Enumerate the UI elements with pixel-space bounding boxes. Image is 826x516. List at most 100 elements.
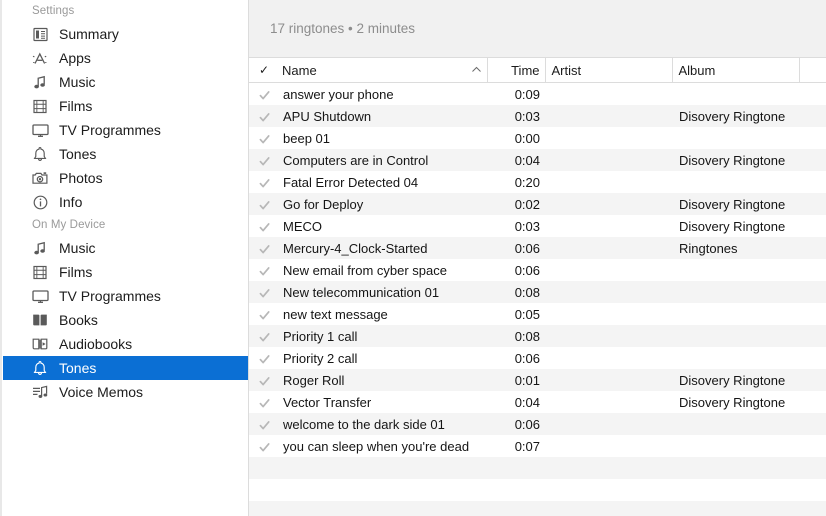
column-header-artist[interactable]: Artist (545, 58, 673, 83)
table-row[interactable]: Computers are in Control 0:04 Disovery Rin… (249, 149, 826, 171)
row-checkbox[interactable] (249, 237, 279, 259)
row-checkbox[interactable] (249, 325, 279, 347)
music-note-icon (30, 239, 50, 257)
table-row[interactable]: Fatal Error Detected 04 0:20 (249, 171, 826, 193)
table-row[interactable]: Priority 1 call 0:08 (249, 325, 826, 347)
row-checkbox[interactable] (249, 259, 279, 281)
sidebar-item-tones[interactable]: Tones (3, 142, 248, 166)
row-checkbox[interactable] (249, 391, 279, 413)
sidebar-item-tv-programmes[interactable]: TV Programmes (3, 284, 248, 308)
checkmark-icon[interactable] (259, 420, 270, 431)
sidebar-item-label: Tones (59, 146, 97, 162)
checkmark-icon[interactable] (259, 200, 270, 211)
row-checkbox[interactable] (249, 281, 279, 303)
row-spacer-cell (799, 435, 826, 457)
tone-name: Computers are in Control (283, 152, 429, 168)
column-header-name[interactable]: Name (279, 58, 488, 83)
table-row[interactable]: New telecommunication 01 0:08 (249, 281, 826, 303)
checkmark-icon[interactable] (259, 222, 270, 233)
table-row[interactable]: Roger Roll 0:01 Disovery Ringtone (249, 369, 826, 391)
checkmark-icon[interactable] (259, 376, 270, 387)
row-checkbox[interactable] (249, 413, 279, 435)
tone-artist (545, 171, 672, 193)
table-row[interactable]: new text message 0:05 (249, 303, 826, 325)
checkmark-icon[interactable] (259, 354, 270, 365)
sidebar-item-music[interactable]: Music (3, 236, 248, 260)
sidebar-item-films[interactable]: Films (3, 94, 248, 118)
sidebar-item-apps[interactable]: Apps (3, 46, 248, 70)
table-row[interactable]: Go for Deploy 0:02 Disovery Ringtone (249, 193, 826, 215)
tone-time: 0:20 (514, 174, 540, 190)
row-checkbox[interactable] (249, 149, 279, 171)
checkmark-icon[interactable] (259, 90, 270, 101)
sidebar-item-books[interactable]: Books (3, 308, 248, 332)
table-row[interactable]: Mercury-4_Clock-Started 0:06 Ringtones (249, 237, 826, 259)
tone-name: Priority 1 call (283, 328, 358, 344)
sidebar-item-tones[interactable]: Tones (3, 356, 248, 380)
tone-artist (545, 281, 672, 303)
checkmark-icon[interactable] (259, 134, 270, 145)
table-row[interactable]: Priority 2 call 0:06 (249, 347, 826, 369)
sidebar-group-title: On My Device (32, 219, 106, 231)
row-spacer-cell (799, 391, 826, 413)
sidebar-item-voice-memos[interactable]: Voice Memos (3, 380, 248, 404)
tone-album: Disovery Ringtone (679, 108, 786, 124)
column-header-artist-label: Artist (551, 62, 582, 78)
column-header-time[interactable]: Time (487, 58, 546, 83)
table-row[interactable]: Vector Transfer 0:04 Disovery Ringtone (249, 391, 826, 413)
row-checkbox[interactable] (249, 105, 279, 127)
info-circle-icon (30, 193, 50, 211)
tone-time: 0:03 (514, 218, 540, 234)
sidebar-item-tv-programmes[interactable]: TV Programmes (3, 118, 248, 142)
tone-album (672, 303, 799, 325)
checkmark-icon[interactable] (259, 266, 270, 277)
column-header-album[interactable]: Album (672, 58, 800, 83)
sidebar-item-label: TV Programmes (59, 122, 161, 138)
table-row[interactable]: answer your phone 0:09 (249, 82, 826, 106)
row-checkbox[interactable] (249, 127, 279, 149)
summary-icon (30, 25, 50, 43)
tone-time: 0:06 (514, 262, 540, 278)
checkmark-icon[interactable] (259, 288, 270, 299)
table-row[interactable]: you can sleep when you're dead 0:07 (249, 435, 826, 457)
table-row[interactable]: welcome to the dark side 01 0:06 (249, 413, 826, 435)
check-all-icon[interactable]: ✓ (259, 63, 269, 77)
sidebar-item-photos[interactable]: Photos (3, 166, 248, 190)
row-checkbox[interactable] (249, 369, 279, 391)
row-spacer-cell (799, 369, 826, 391)
table-row[interactable]: MECO 0:03 Disovery Ringtone (249, 215, 826, 237)
row-checkbox[interactable] (249, 347, 279, 369)
sidebar-item-music[interactable]: Music (3, 70, 248, 94)
tone-name: APU Shutdown (283, 108, 372, 124)
sidebar-item-films[interactable]: Films (3, 260, 248, 284)
table-row[interactable]: New email from cyber space 0:06 (249, 259, 826, 281)
tone-artist (545, 127, 672, 149)
tone-time: 0:08 (514, 328, 540, 344)
tone-album (672, 413, 799, 435)
row-checkbox[interactable] (249, 171, 279, 193)
sidebar-item-label: Films (59, 98, 93, 114)
column-header-checkbox[interactable]: ✓ (249, 58, 279, 83)
row-checkbox[interactable] (249, 215, 279, 237)
table-header-row: ✓ Name Time Artist Album (249, 58, 826, 83)
checkmark-icon[interactable] (259, 332, 270, 343)
sidebar-item-audiobooks[interactable]: Audiobooks (3, 332, 248, 356)
checkmark-icon[interactable] (259, 178, 270, 189)
checkmark-icon[interactable] (259, 244, 270, 255)
row-checkbox[interactable] (249, 435, 279, 457)
tone-artist (545, 369, 672, 391)
sidebar-item-info[interactable]: Info (3, 190, 248, 214)
row-checkbox[interactable] (249, 303, 279, 325)
row-checkbox[interactable] (249, 193, 279, 215)
checkmark-icon[interactable] (259, 112, 270, 123)
checkmark-icon[interactable] (259, 398, 270, 409)
checkmark-icon[interactable] (259, 156, 270, 167)
sidebar-item-summary[interactable]: Summary (3, 22, 248, 46)
row-checkbox[interactable] (249, 83, 279, 106)
table-row[interactable]: APU Shutdown 0:03 Disovery Ringtone (249, 105, 826, 127)
table-row[interactable]: beep 01 0:00 (249, 127, 826, 149)
checkmark-icon[interactable] (259, 310, 270, 321)
tv-icon (30, 121, 50, 139)
column-header-album-label: Album (678, 62, 716, 78)
checkmark-icon[interactable] (259, 442, 270, 453)
